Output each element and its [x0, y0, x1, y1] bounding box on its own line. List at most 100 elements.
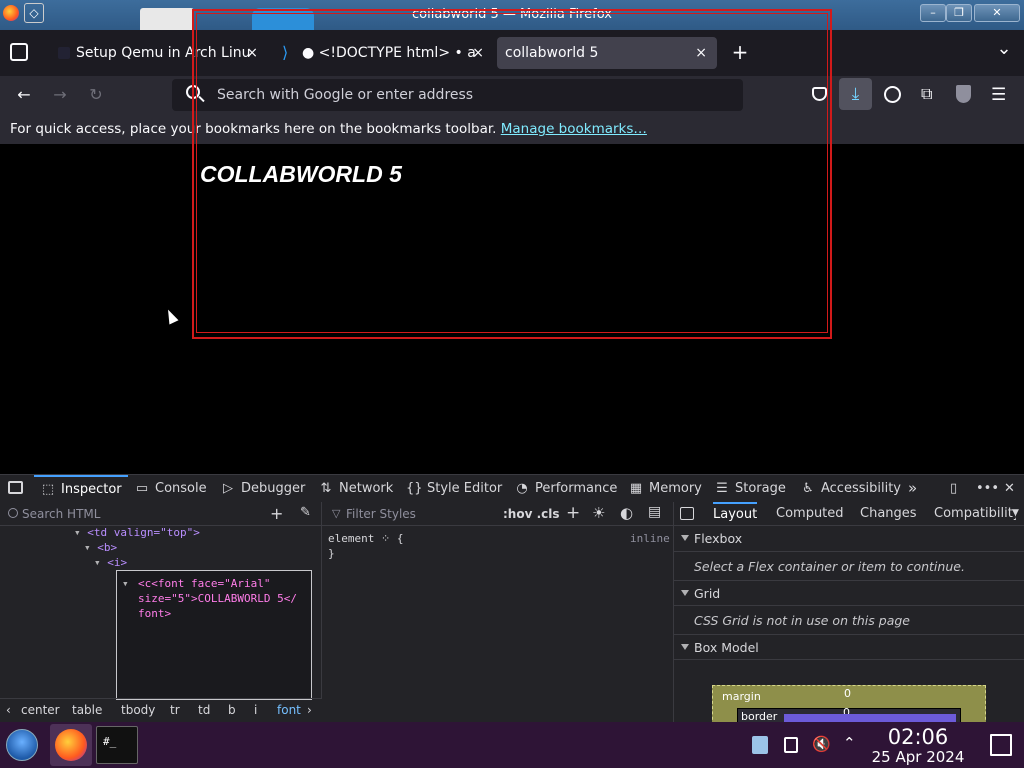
devtools-toolbar: ⬚ Inspector ▭ Console ▷ Debugger ⇅ Network {… — [0, 474, 1024, 502]
tab-network[interactable]: ⇅ Network — [318, 475, 394, 503]
boxmodel-section-header[interactable]: Box Model — [674, 634, 1024, 660]
edit-line-2: size="5">COLLABWORLD 5</ — [138, 592, 297, 605]
breadcrumb: ‹ center table tbody tr td b i font › — [0, 698, 322, 722]
filter-styles[interactable]: ▽ Filter Styles :hov .cls + ☀ ◐ ▤ — [322, 502, 674, 526]
margin-top-value[interactable]: 0 — [844, 687, 851, 700]
tab-style-editor[interactable]: {} Style Editor — [406, 475, 502, 503]
breadcrumb-tbody[interactable]: tbody — [121, 703, 155, 717]
breadcrumb-tr[interactable]: tr — [170, 703, 180, 717]
breadcrumb-table[interactable]: table — [72, 703, 102, 717]
breadcrumb-center[interactable]: center — [21, 703, 60, 717]
print-media-icon[interactable]: ▤ — [648, 504, 661, 520]
reload-button[interactable]: ↻ — [86, 85, 106, 105]
devtools-options-icon[interactable]: ••• — [976, 475, 999, 503]
element-picker-icon[interactable] — [8, 481, 23, 494]
devtools-close-icon[interactable]: ✕ — [1004, 475, 1015, 503]
clipboard-app-icon[interactable] — [752, 736, 768, 754]
box-model-margin[interactable]: margin 0 border 0 — [712, 685, 986, 728]
toggle-sidebar-icon[interactable] — [680, 507, 694, 520]
breadcrumb-i[interactable]: i — [254, 703, 257, 717]
show-desktop-icon[interactable] — [990, 734, 1012, 756]
back-button[interactable]: ← — [14, 85, 34, 105]
forward-button[interactable]: → — [50, 85, 70, 105]
markup-text: <b> — [97, 541, 118, 554]
debugger-icon: ▷ — [223, 481, 233, 496]
rule-selector-text: element — [328, 532, 375, 545]
more-tabs-chevron-down-icon[interactable]: ▼ — [1012, 508, 1019, 518]
breadcrumb-forward-icon[interactable]: › — [307, 703, 312, 717]
markup-text: <i> — [107, 556, 128, 569]
tab-label: Storage — [735, 481, 786, 496]
tab-accessibility[interactable]: ♿ Accessibility — [800, 475, 901, 503]
breadcrumb-back-icon[interactable]: ‹ — [6, 703, 11, 717]
tray-expand-chevron-up-icon[interactable]: ⌃ — [843, 734, 856, 752]
tab-memory[interactable]: ▦ Memory — [628, 475, 702, 503]
tab-computed[interactable]: Computed — [776, 506, 844, 521]
clock-date: 25 Apr 2024 — [871, 748, 965, 766]
clipboard-icon[interactable] — [784, 737, 798, 753]
search-html-placeholder: Search HTML — [22, 507, 101, 521]
add-node-icon[interactable]: + — [270, 504, 283, 523]
clock[interactable]: 02:06 25 Apr 2024 — [868, 725, 968, 766]
eyedropper-icon[interactable]: ✎ — [300, 505, 311, 520]
tab-inspector[interactable]: ⬚ Inspector — [34, 475, 128, 503]
more-tools-chevron-icon[interactable]: » — [908, 475, 917, 503]
start-menu-icon[interactable] — [6, 729, 38, 761]
dark-mode-icon[interactable]: ◐ — [620, 504, 633, 522]
storage-icon: ☰ — [716, 481, 728, 496]
tab-debugger[interactable]: ▷ Debugger — [220, 475, 305, 503]
html-edit-box[interactable]: <c<font face="Arial" size="5">COLLABWORL… — [116, 570, 312, 700]
tab-changes[interactable]: Changes — [860, 506, 917, 521]
tab-console[interactable]: ▭ Console — [134, 475, 207, 503]
add-rule-icon[interactable]: + — [566, 503, 580, 523]
list-all-tabs-button[interactable]: ⌄ — [994, 38, 1014, 59]
ublock-icon[interactable] — [956, 85, 971, 103]
tab-performance[interactable]: ◔ Performance — [514, 475, 617, 503]
menu-hamburger-icon[interactable]: ☰ — [991, 85, 1006, 105]
markup-line-td[interactable]: ▾ <td valign="top"> — [74, 526, 200, 539]
hov-cls-toggle[interactable]: :hov .cls — [503, 507, 560, 521]
flexbox-section-header[interactable]: Flexbox — [674, 526, 1024, 552]
section-title: Grid — [694, 586, 721, 601]
sidebar-panel: Layout Computed Changes Compatibility ▼ … — [674, 502, 1024, 728]
tab-layout[interactable]: Layout — [713, 502, 758, 522]
minimize-button[interactable]: – — [920, 4, 946, 22]
clock-time: 02:06 — [887, 725, 949, 749]
downloads-button[interactable]: ⤓ — [839, 78, 872, 110]
edit-line-3: font> — [138, 607, 172, 620]
search-html[interactable]: Search HTML + ✎ — [0, 502, 322, 526]
responsive-design-icon[interactable]: ▯ — [950, 475, 957, 503]
light-mode-icon[interactable]: ☀ — [592, 504, 605, 522]
volume-muted-icon[interactable]: 🔇 — [812, 735, 831, 753]
rule-source[interactable]: inline — [630, 532, 670, 545]
grid-note: CSS Grid is not in use on this page — [694, 613, 910, 628]
grid-section-header[interactable]: Grid — [674, 580, 1024, 606]
inspector-icon: ⬚ — [41, 482, 55, 497]
chevron-down-icon — [681, 590, 689, 596]
extensions-icon[interactable]: ⧉ — [921, 84, 932, 104]
markup-line-b[interactable]: ▾ <b> — [84, 541, 117, 554]
tab-compatibility[interactable]: Compatibility — [934, 506, 1016, 521]
firefox-view-icon[interactable] — [10, 43, 28, 61]
style-editor-icon: {} — [406, 481, 423, 496]
tab-storage[interactable]: ☰ Storage — [714, 475, 786, 503]
taskbar-firefox-button[interactable] — [50, 724, 92, 766]
expand-triangle-icon[interactable]: ▾ — [122, 577, 129, 590]
taskbar: #_ 🔇 ⌃ 02:06 25 Apr 2024 — [0, 722, 1024, 768]
site-favicon-icon — [58, 47, 70, 59]
tab-label: Accessibility — [821, 481, 901, 496]
maximize-button[interactable]: ❐ — [946, 4, 972, 22]
rule-open-brace: { — [396, 532, 404, 545]
breadcrumb-font[interactable]: font — [277, 703, 301, 717]
sidebar-tabs: Layout Computed Changes Compatibility ▼ — [674, 502, 1024, 526]
tab-label: Memory — [649, 481, 702, 496]
taskbar-terminal-button[interactable]: #_ — [96, 726, 138, 764]
tab-label: Debugger — [241, 481, 306, 496]
margin-label: margin — [722, 690, 761, 703]
close-window-button[interactable]: ✕ — [974, 4, 1020, 22]
breadcrumb-b[interactable]: b — [228, 703, 236, 717]
account-icon[interactable] — [884, 86, 901, 103]
breadcrumb-td[interactable]: td — [198, 703, 210, 717]
flexbox-note: Select a Flex container or item to conti… — [694, 559, 965, 574]
markup-line-i[interactable]: ▾ <i> — [94, 556, 127, 569]
